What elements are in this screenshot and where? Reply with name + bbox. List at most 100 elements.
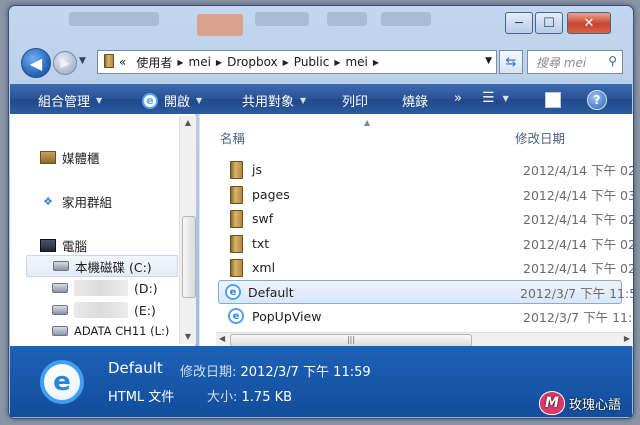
- sidebar-item-drive-c[interactable]: 本機磁碟 (C:): [26, 255, 178, 277]
- chevron-down-icon: ▼: [96, 96, 103, 105]
- details-modified-value: 2012/3/7 下午 11:59: [240, 365, 371, 380]
- navigation-scrollbar[interactable]: ▲ ▼: [179, 116, 196, 344]
- sidebar-item-drive-l[interactable]: ADATA CH11 (L:): [52, 324, 169, 338]
- chevron-down-icon: ▼: [502, 93, 509, 103]
- horizontal-scrollbar[interactable]: ◀ ||| ▶: [216, 332, 633, 347]
- file-list: ▲ 名稱 修改日期 js 2012/4/14 下午 02:3 pages 201…: [199, 114, 633, 347]
- breadcrumb-overflow[interactable]: «: [119, 55, 126, 69]
- redacted-label: [74, 280, 128, 296]
- breadcrumb-dropbox[interactable]: Dropbox: [227, 55, 278, 69]
- sidebar-item-drive-d[interactable]: (D:): [52, 280, 158, 296]
- chevron-down-icon: ▼: [300, 96, 307, 105]
- folder-icon: [230, 186, 243, 204]
- recent-pages-dropdown[interactable]: ▼: [79, 56, 86, 66]
- watermark: M 玫瑰心語: [539, 391, 621, 415]
- drive-icon: [52, 324, 68, 338]
- search-icon[interactable]: ⚲: [608, 54, 617, 68]
- folder-icon: [104, 53, 114, 71]
- burn-button[interactable]: 燒錄: [402, 91, 428, 110]
- table-row[interactable]: txt 2012/4/14 下午 02:2: [220, 232, 633, 254]
- background-title-blur: [69, 12, 159, 26]
- details-modified: 修改日期: 2012/3/7 下午 11:59: [180, 361, 371, 380]
- drive-icon: [53, 259, 69, 273]
- table-row[interactable]: xml 2012/4/14 下午 02:2: [220, 256, 633, 278]
- breadcrumb-mei[interactable]: mei: [189, 55, 211, 69]
- organize-button[interactable]: 組合管理 ▼: [38, 91, 102, 110]
- background-tab-blur: [197, 14, 243, 36]
- sidebar-item-homegroup[interactable]: ❖ 家用群組: [40, 192, 112, 211]
- breadcrumb-users[interactable]: 使用者: [136, 54, 172, 71]
- breadcrumb-current[interactable]: mei: [345, 55, 367, 69]
- details-size-value: 1.75 KB: [241, 390, 293, 405]
- scrollbar-thumb[interactable]: [182, 216, 196, 298]
- table-row-selected[interactable]: e Default 2012/3/7 下午 11:59: [218, 280, 633, 304]
- title-bar[interactable]: ─ ☐ ✕: [9, 6, 633, 44]
- folder-icon: [230, 161, 243, 179]
- chevron-down-icon: ▼: [196, 96, 203, 105]
- library-icon: [40, 151, 56, 165]
- computer-icon: [40, 239, 56, 253]
- help-button[interactable]: ?: [587, 90, 607, 110]
- sidebar-item-libraries[interactable]: 媒體櫃: [40, 148, 100, 167]
- chevron-down-icon[interactable]: ▼: [485, 56, 492, 66]
- maximize-button[interactable]: ☐: [535, 12, 563, 34]
- drive-icon: [52, 281, 68, 295]
- view-options-button[interactable]: ☰ ▼: [482, 90, 509, 106]
- background-title-blur: [327, 12, 367, 26]
- details-file-name: Default: [108, 359, 163, 377]
- redacted-label: [74, 302, 128, 318]
- chevron-right-icon[interactable]: ▶: [216, 58, 222, 67]
- scroll-left-icon[interactable]: ◀: [219, 334, 225, 343]
- watermark-text: 玫瑰心語: [569, 397, 622, 413]
- back-button[interactable]: ◀: [21, 48, 51, 78]
- search-placeholder: 搜尋 mei: [536, 55, 587, 70]
- share-button[interactable]: 共用對象 ▼: [242, 91, 306, 110]
- arrow-right-icon: ▶: [60, 56, 70, 70]
- breadcrumb-public[interactable]: Public: [294, 55, 330, 69]
- minimize-button[interactable]: ─: [505, 12, 533, 34]
- table-row[interactable]: js 2012/4/14 下午 02:3: [220, 158, 633, 180]
- sidebar-item-computer[interactable]: 電腦: [40, 236, 87, 255]
- chevron-right-icon[interactable]: ▶: [373, 58, 379, 67]
- sort-ascending-icon: ▲: [364, 118, 371, 127]
- ie-icon: e: [142, 92, 158, 109]
- sidebar-item-drive-e[interactable]: (E:): [52, 302, 156, 318]
- folder-icon: [230, 235, 243, 253]
- background-title-blur: [255, 12, 309, 26]
- forward-button[interactable]: ▶: [53, 51, 77, 75]
- explorer-window: ─ ☐ ✕ ◀ ▶ ▼ « 使用者 ▶ mei ▶ Dropbox ▶ Publ…: [8, 5, 634, 419]
- command-bar: 組合管理 ▼ e 開啟 ▼ 共用對象 ▼ 列印 燒錄 » ☰ ▼ ?: [10, 84, 632, 114]
- search-input[interactable]: 搜尋 mei ⚲: [527, 50, 623, 74]
- column-header-name[interactable]: 名稱: [220, 128, 245, 147]
- print-button[interactable]: 列印: [342, 91, 368, 110]
- chevron-right-icon[interactable]: ▶: [334, 58, 340, 67]
- column-header-date[interactable]: 修改日期: [515, 128, 565, 147]
- scroll-up-icon[interactable]: ▲: [180, 116, 196, 130]
- background-title-blur: [381, 12, 431, 26]
- view-list-icon: ☰: [482, 90, 495, 106]
- refresh-icon: ⇆: [505, 54, 517, 70]
- more-commands-button[interactable]: »: [454, 91, 462, 106]
- folder-icon: [230, 210, 243, 228]
- heart-logo-icon: M: [539, 391, 565, 415]
- table-row[interactable]: pages 2012/4/14 下午 03:3: [220, 183, 633, 205]
- preview-pane-icon: [545, 92, 561, 108]
- refresh-button[interactable]: ⇆: [499, 50, 523, 74]
- chevron-right-icon[interactable]: ▶: [177, 58, 183, 67]
- open-button[interactable]: e 開啟 ▼: [142, 91, 202, 110]
- table-row[interactable]: e PopUpView 2012/3/7 下午 11:59: [220, 305, 633, 327]
- html-file-icon: e: [228, 308, 244, 324]
- details-modified-label: 修改日期:: [180, 365, 237, 380]
- address-bar[interactable]: « 使用者 ▶ mei ▶ Dropbox ▶ Public ▶ mei ▶ ▼: [97, 50, 497, 74]
- preview-pane-button[interactable]: [545, 92, 561, 108]
- navigation-pane: 媒體櫃 ❖ 家用群組 電腦 本機磁碟 (C:) (D:) (E:) ADATA …: [10, 114, 195, 346]
- scroll-right-icon[interactable]: ▶: [624, 334, 630, 343]
- ie-html-icon: e: [40, 360, 84, 404]
- scroll-down-icon[interactable]: ▼: [180, 330, 196, 344]
- table-row[interactable]: swf 2012/4/14 下午 02:2: [220, 207, 633, 229]
- close-button[interactable]: ✕: [567, 12, 611, 34]
- chevron-right-icon[interactable]: ▶: [283, 58, 289, 67]
- details-size-label: 大小:: [207, 390, 238, 405]
- drive-icon: [52, 303, 68, 317]
- folder-icon: [230, 259, 243, 277]
